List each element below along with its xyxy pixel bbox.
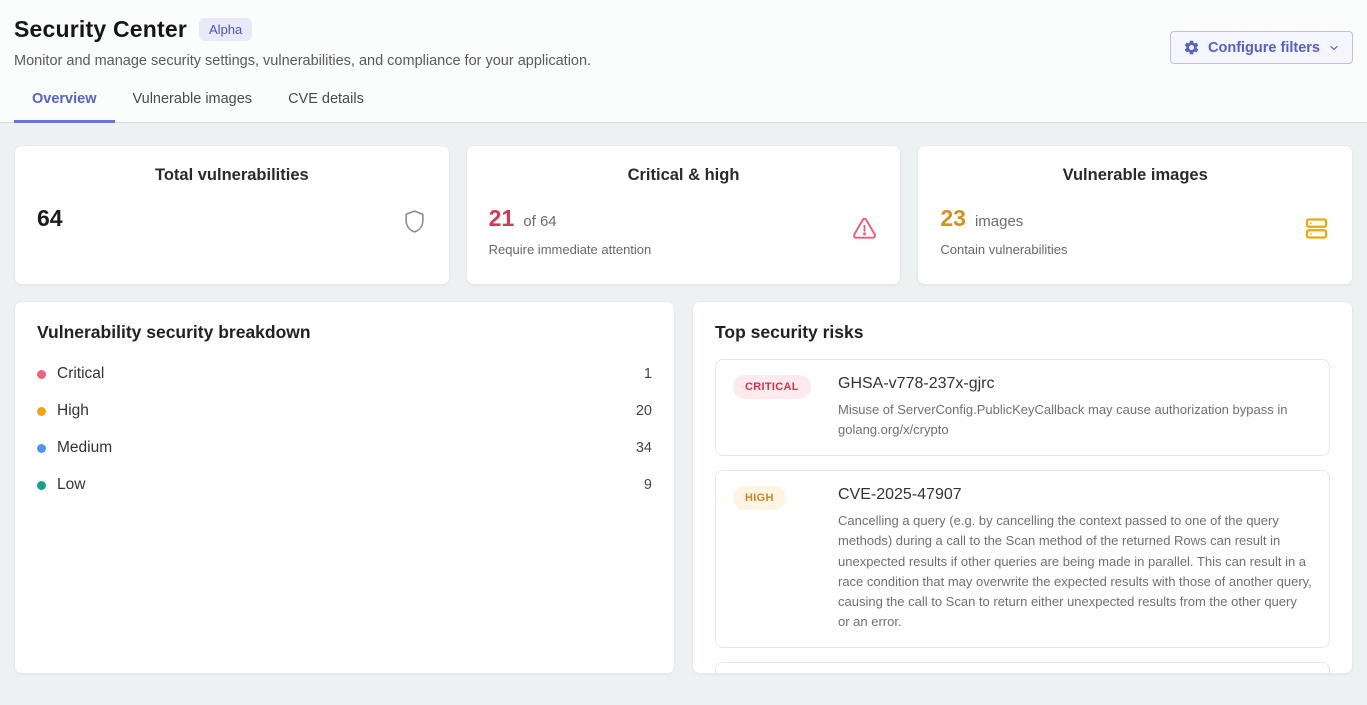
breakdown-row-low: Low 9 <box>37 476 652 494</box>
page-subtitle: Monitor and manage security settings, vu… <box>14 53 1353 69</box>
risk-list: CRITICAL GHSA-v778-237x-gjrc Misuse of S… <box>715 359 1330 674</box>
stat-card-total-vulnerabilities: Total vulnerabilities 64 <box>14 145 450 285</box>
chevron-down-icon <box>1328 42 1340 54</box>
server-icon <box>1303 215 1330 247</box>
page-header: Security Center Alpha Configure filters … <box>0 0 1367 123</box>
risk-description: Misuse of ServerConfig.PublicKeyCallback… <box>838 400 1312 440</box>
risk-description: Cancelling a query (e.g. by cancelling t… <box>838 511 1312 632</box>
breakdown-list: Critical 1 High 20 Medium 34 Low 9 <box>37 365 652 494</box>
low-dot-icon <box>37 481 46 490</box>
breakdown-row-medium: Medium 34 <box>37 439 652 457</box>
total-vulnerabilities-value: 64 <box>37 205 63 232</box>
tab-vulnerable-images[interactable]: Vulnerable images <box>115 91 271 123</box>
tab-overview[interactable]: Overview <box>14 91 115 123</box>
configure-filters-label: Configure filters <box>1208 40 1320 56</box>
stat-suffix: of 64 <box>523 213 556 230</box>
gear-icon <box>1183 39 1200 56</box>
shield-icon <box>402 209 427 239</box>
risk-card-ghsa-v778-237x-gjrc[interactable]: CRITICAL GHSA-v778-237x-gjrc Misuse of S… <box>715 359 1330 456</box>
stat-card-row: Total vulnerabilities 64 Critical & high <box>14 145 1353 285</box>
stat-suffix: images <box>975 213 1023 230</box>
risk-card-cve-2025-47907[interactable]: HIGH CVE-2025-47907 Cancelling a query (… <box>715 470 1330 648</box>
content-area: Total vulnerabilities 64 Critical & high <box>0 123 1367 674</box>
breakdown-row-high: High 20 <box>37 402 652 420</box>
stat-subtext <box>37 242 402 243</box>
top-risks-title: Top security risks <box>715 322 1330 343</box>
high-dot-icon <box>37 407 46 416</box>
stat-card-vulnerable-images: Vulnerable images 23 images Contain vuln… <box>917 145 1353 285</box>
risk-id: CVE-2025-47907 <box>838 486 1312 504</box>
severity-badge: HIGH <box>733 486 786 510</box>
medium-dot-icon <box>37 444 46 453</box>
stat-card-title: Total vulnerabilities <box>37 166 427 185</box>
stat-card-title: Vulnerable images <box>940 166 1330 185</box>
breakdown-row-critical: Critical 1 <box>37 365 652 383</box>
page-title: Security Center <box>14 16 187 43</box>
breakdown-title: Vulnerability security breakdown <box>37 322 652 343</box>
critical-high-value: 21 <box>489 205 515 232</box>
tab-cve-details[interactable]: CVE details <box>270 91 382 123</box>
vulnerable-images-value: 23 <box>940 205 966 232</box>
severity-badge: CRITICAL <box>733 375 811 399</box>
critical-dot-icon <box>37 370 46 379</box>
alpha-badge: Alpha <box>199 18 252 41</box>
tab-bar: Overview Vulnerable images CVE details <box>14 91 1353 122</box>
panel-row: Vulnerability security breakdown Critica… <box>14 301 1353 674</box>
vulnerability-breakdown-panel: Vulnerability security breakdown Critica… <box>14 301 675 674</box>
top-security-risks-panel: Top security risks CRITICAL GHSA-v778-23… <box>692 301 1353 674</box>
warning-icon <box>851 215 878 247</box>
stat-subtext: Contain vulnerabilities <box>940 242 1303 257</box>
stat-card-critical-high: Critical & high 21 of 64 Require immedia… <box>466 145 902 285</box>
stat-subtext: Require immediate attention <box>489 242 852 257</box>
configure-filters-button[interactable]: Configure filters <box>1170 31 1353 64</box>
stat-card-title: Critical & high <box>489 166 879 185</box>
risk-card-cve-2025-9086[interactable]: HIGH CVE-2025-9086 <box>715 662 1330 674</box>
risk-id: GHSA-v778-237x-gjrc <box>838 375 1312 393</box>
